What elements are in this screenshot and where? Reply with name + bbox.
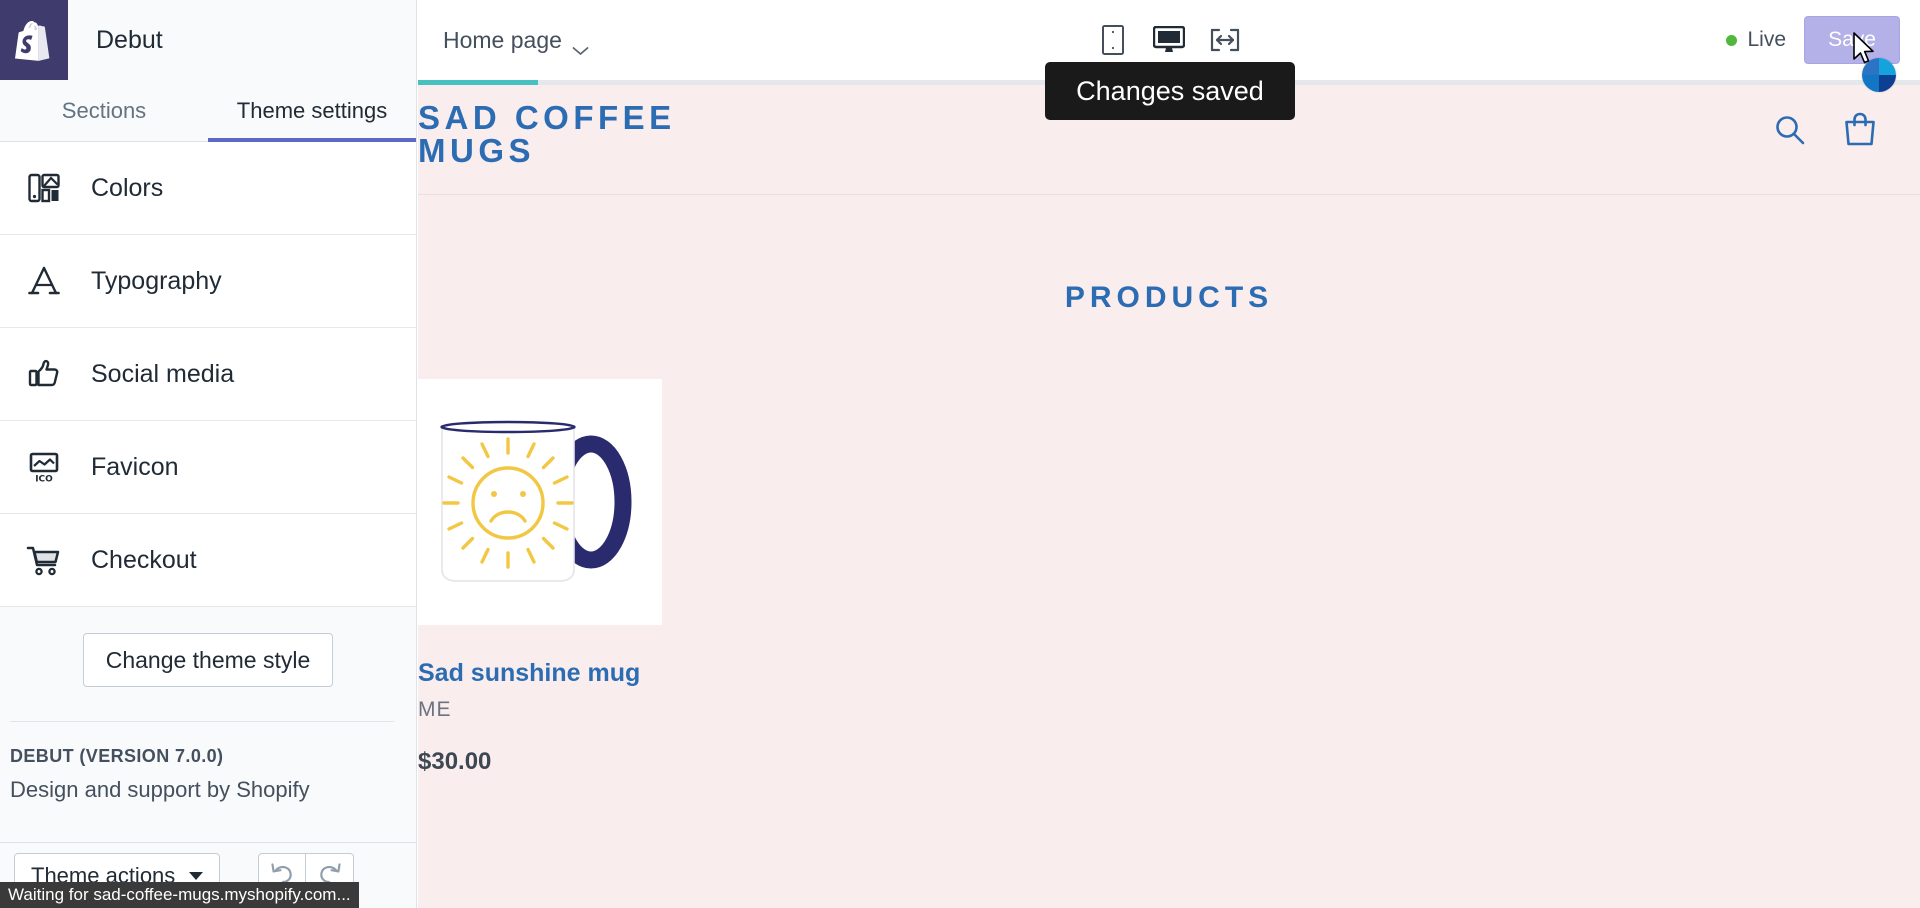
favicon-ico-icon: ICO [26,449,62,485]
chevron-down-icon [572,35,589,55]
sidebar-item-label: Typography [91,266,222,295]
product-card[interactable]: Sad sunshine mug ME $30.00 [418,379,662,776]
fullwidth-icon [1210,28,1240,52]
status-dot-icon [1726,34,1738,46]
sidebar-tabs: Sections Theme settings [0,80,416,142]
theme-version-block: DEBUT (VERSION 7.0.0) Design and support… [0,722,416,803]
live-status-badge: Live [1726,28,1786,52]
product-vendor: ME [418,698,452,721]
product-grid: Sad sunshine mug ME $30.00 [418,379,1920,776]
sidebar-item-label: Checkout [91,545,197,574]
mobile-icon [1101,25,1124,55]
product-price: $30.00 [418,748,492,775]
mobile-preview-button[interactable] [1096,23,1130,57]
changes-saved-toast: Changes saved [1045,62,1295,120]
browser-status-bar: Waiting for sad-coffee-mugs.myshopify.co… [0,882,359,908]
search-icon[interactable] [1772,112,1808,148]
preview-iframe: SAD COFFEE MUGS PRODUCTS Sad sunshine mu… [418,85,1920,908]
sidebar-item-label: Social media [91,359,235,388]
page-selector-label: Home page [443,26,562,53]
page-load-progress-fill [418,80,539,85]
sidebar-item-colors[interactable]: Colors [0,142,416,235]
sidebar-item-label: Favicon [91,452,179,481]
shopify-bag-icon [15,19,53,61]
theme-name-label: Debut [68,0,417,80]
store-title: SAD COFFEE MUGS [418,99,676,169]
theme-version-title: DEBUT (VERSION 7.0.0) [10,746,224,766]
storefront-header-icons [1772,111,1878,149]
typography-a-icon [26,263,62,299]
white-mug-with-sad-sun-icon [440,420,632,582]
sidebar-item-favicon[interactable]: ICO Favicon [0,421,416,514]
sidebar-item-typography[interactable]: Typography [0,235,416,328]
fullwidth-preview-button[interactable] [1208,23,1242,57]
loading-pinwheel-icon [1862,58,1896,92]
tab-sections[interactable]: Sections [0,80,208,141]
svg-text:ICO: ICO [35,475,53,485]
theme-editor-sidebar: Sections Theme settings Colors Typograph… [0,80,417,908]
live-status-label: Live [1747,28,1786,51]
page-selector-dropdown[interactable]: Home page [439,21,593,60]
change-theme-style-button[interactable]: Change theme style [82,633,334,687]
theme-style-block: Change theme style DEBUT (VERSION 7.0.0)… [0,607,416,908]
caret-down-icon [189,871,204,880]
top-bar: Debut Home page Live Save [0,0,1920,80]
shopping-bag-icon[interactable] [1842,111,1878,149]
sidebar-item-social-media[interactable]: Social media [0,328,416,421]
theme-version-subtitle: Design and support by Shopify [10,777,310,802]
sidebar-item-checkout[interactable]: Checkout [0,514,416,607]
sidebar-item-label: Colors [91,173,164,202]
shopping-cart-icon [26,542,62,578]
device-preview-toggle [1096,23,1242,57]
theme-settings-list: Colors Typography Social media ICO Favic… [0,142,416,607]
thumbs-up-icon [26,356,62,392]
desktop-preview-button[interactable] [1152,23,1186,57]
save-button[interactable]: Save [1804,16,1900,64]
shopify-logo-button[interactable] [0,0,68,80]
products-section-heading: PRODUCTS [1064,281,1274,314]
product-title[interactable]: Sad sunshine mug [418,659,662,688]
product-image[interactable] [418,379,662,625]
tab-theme-settings[interactable]: Theme settings [208,80,416,142]
storefront-preview: SAD COFFEE MUGS PRODUCTS Sad sunshine mu… [418,80,1920,908]
color-swatch-icon [26,170,62,206]
top-bar-actions: Live Save [1726,16,1900,64]
desktop-icon [1152,26,1185,54]
